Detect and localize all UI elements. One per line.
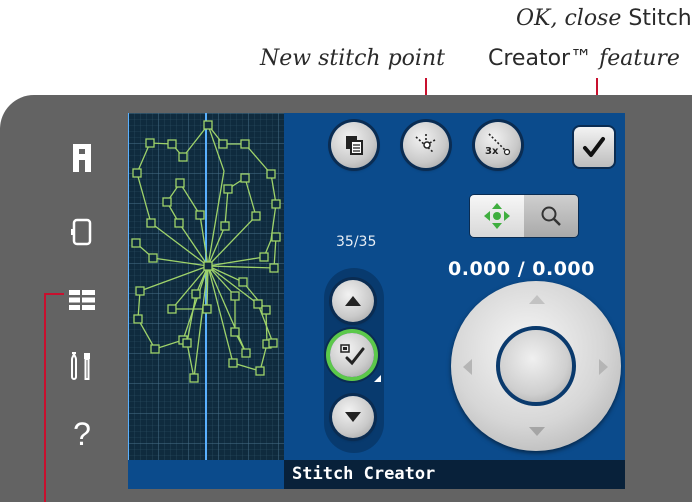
stitch-creator-tm-label: Creator™ — [488, 46, 593, 71]
stitch-counter: 35/35 — [336, 234, 377, 250]
status-title: Stitch Creator — [292, 464, 436, 484]
h-menu-icon[interactable] — [65, 142, 99, 174]
stitch-list-icon[interactable] — [65, 284, 99, 316]
stitch-design-canvas — [128, 113, 284, 460]
help-glyph: ? — [73, 415, 91, 452]
wheel-right-icon — [599, 359, 608, 375]
arrow-down-icon — [345, 412, 361, 422]
position-wheel[interactable] — [451, 281, 621, 451]
new-stitch-point-callout: New stitch point — [260, 48, 445, 70]
move-zoom-toggle — [470, 195, 578, 237]
wheel-center-button[interactable] — [496, 326, 576, 406]
zoom-icon — [541, 206, 561, 226]
new-stitch-point-label: New stitch point — [260, 46, 445, 71]
ok-close-button[interactable] — [574, 127, 614, 167]
select-stitch-icon — [340, 344, 365, 366]
move-arrows-icon — [484, 203, 510, 229]
position-readout: 0.000 / 0.000 — [448, 258, 595, 280]
stitch-creator-screen: 3x 35/35 0.000 / 0.000 Stitch Creator — [128, 113, 625, 489]
move-toggle[interactable] — [470, 195, 524, 237]
stitch-grid[interactable] — [128, 113, 284, 460]
stitch-list-leader-v — [44, 293, 46, 502]
select-stitch-button[interactable] — [330, 333, 374, 377]
feature-label: feature — [599, 46, 680, 71]
checkmark-icon — [583, 137, 605, 157]
svg-text:3x: 3x — [485, 146, 499, 157]
zoom-toggle[interactable] — [524, 195, 578, 237]
selection-corner-mark — [374, 375, 381, 382]
arrow-up-icon — [345, 296, 361, 306]
triple-stitch-icon: 3x — [485, 133, 511, 157]
duplicate-icon — [346, 136, 363, 155]
previous-stitch-button[interactable] — [332, 280, 374, 322]
ok-close-label-italic: OK, close — [516, 6, 622, 31]
new-stitch-point-icon — [415, 134, 436, 153]
help-icon[interactable]: ? — [65, 415, 99, 452]
wheel-up-icon — [529, 295, 545, 304]
ok-close-callout: OK, close Stitch — [516, 8, 692, 30]
triple-stitch-button[interactable]: 3x — [475, 122, 521, 168]
duplicate-button[interactable] — [331, 122, 377, 168]
stitch-list-leader-h — [44, 293, 64, 295]
status-bar: Stitch Creator — [284, 460, 625, 489]
new-stitch-point-button[interactable] — [403, 122, 449, 168]
ok-close-callout-line2: Creator™ feature — [488, 48, 680, 70]
ok-close-label-plain: Stitch — [628, 6, 692, 31]
tools-icon[interactable] — [65, 350, 99, 382]
wheel-left-icon — [463, 359, 472, 375]
wheel-down-icon — [529, 427, 545, 436]
next-stitch-button[interactable] — [332, 396, 374, 438]
fabric-icon[interactable] — [65, 216, 99, 248]
